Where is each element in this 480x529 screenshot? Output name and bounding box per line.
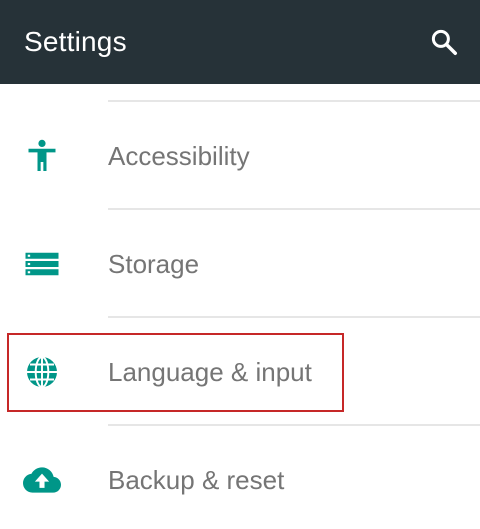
settings-item-language-input[interactable]: Language & input [0, 319, 480, 425]
settings-list: Accessibility Storage Language & input B… [0, 84, 480, 529]
app-bar: Settings [0, 0, 480, 84]
search-button[interactable] [420, 20, 468, 64]
settings-item-label: Accessibility [108, 141, 250, 171]
divider [108, 424, 480, 426]
globe-icon [22, 352, 62, 392]
page-title: Settings [24, 26, 127, 57]
divider [108, 316, 480, 318]
divider [108, 208, 480, 210]
settings-item-accessibility[interactable]: Accessibility [0, 103, 480, 209]
settings-item-label: Backup & reset [108, 465, 285, 495]
search-icon [431, 29, 457, 55]
cloud-upload-icon [22, 460, 62, 500]
settings-item-label: Language & input [108, 357, 312, 387]
settings-item-label: Storage [108, 249, 200, 279]
accessibility-icon [22, 136, 62, 176]
divider [108, 100, 480, 102]
settings-item-storage[interactable]: Storage [0, 211, 480, 317]
settings-item-backup-reset[interactable]: Backup & reset [0, 427, 480, 529]
storage-icon [22, 244, 62, 284]
